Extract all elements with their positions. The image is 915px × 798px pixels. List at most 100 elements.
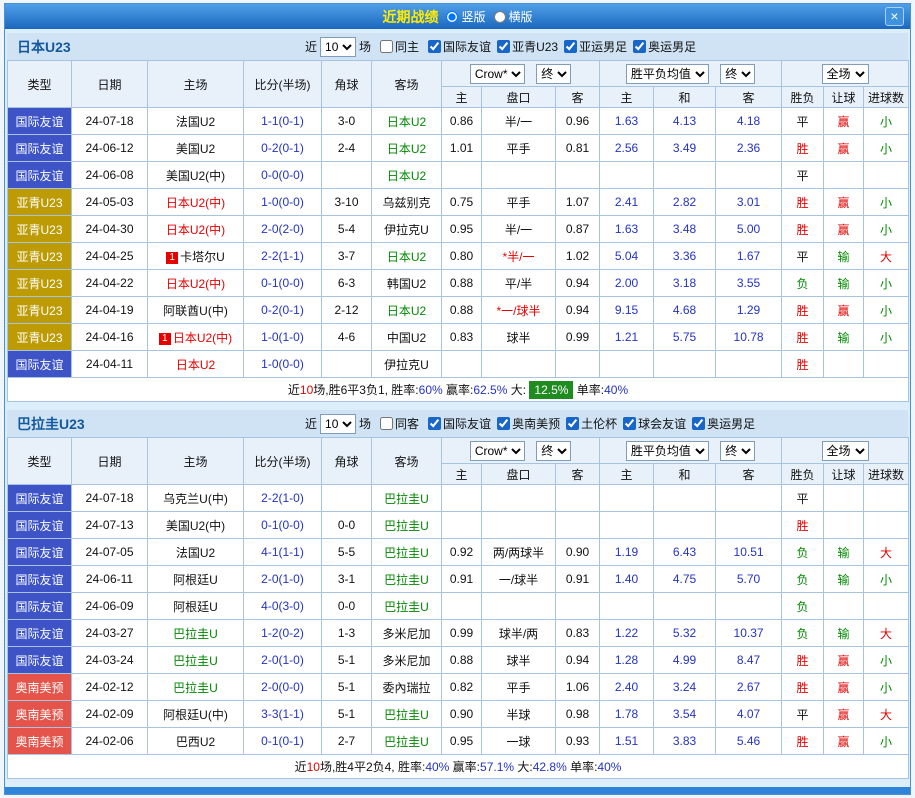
cell-home-team: 美国U2 <box>148 135 244 162</box>
cell-odds-home: 0.95 <box>442 728 482 755</box>
cell-away-team: 日本U2 <box>372 135 442 162</box>
mean-odds-group: 胜平负均值 终 <box>600 438 782 464</box>
layout-vertical-option[interactable]: 竖版 <box>446 8 485 25</box>
cell-odds-home <box>442 351 482 378</box>
league-checkbox[interactable] <box>428 40 441 53</box>
cell-mean-home: 2.56 <box>600 135 654 162</box>
cell-odds-home: 0.90 <box>442 701 482 728</box>
results-table: 类型 日期 主场 比分(半场) 角球 客场 Crow* 终 胜平负均值 终 <box>7 60 909 402</box>
final-mean-select[interactable]: 终 <box>720 441 755 461</box>
cell-mean-draw: 4.99 <box>654 647 716 674</box>
vertical-radio[interactable] <box>446 11 458 23</box>
league-filter-option[interactable]: 球会友谊 <box>623 415 686 432</box>
cell-handicap-result: 赢 <box>824 135 864 162</box>
cell-mean-draw: 5.32 <box>654 620 716 647</box>
horizontal-radio-label: 横版 <box>509 8 533 25</box>
cell-mean-draw: 2.82 <box>654 189 716 216</box>
cell-result: 平 <box>782 162 824 189</box>
recent-count-select[interactable]: 10 <box>320 37 356 57</box>
mean-odds-select[interactable]: 胜平负均值 <box>626 64 709 84</box>
cell-score: 2-0(1-0) <box>244 566 322 593</box>
scope-select[interactable]: 全场 <box>822 64 869 84</box>
dialog-body: 日本U23 近 10 场 同主 国际友谊亚青U23亚运男足奥运男足 <box>5 29 910 779</box>
league-checkbox[interactable] <box>564 40 577 53</box>
league-filter-option[interactable]: 奥运男足 <box>692 415 755 432</box>
away-team-name: 巴拉圭U <box>384 546 429 560</box>
summary-segment: 62.5% <box>473 383 507 397</box>
summary-segment: 近 <box>295 760 307 774</box>
cell-away-team: 巴拉圭U <box>372 593 442 620</box>
away-team-name: 巴拉圭U <box>384 600 429 614</box>
league-checkbox[interactable] <box>566 417 579 430</box>
cell-home-team: 1卡塔尔U <box>148 243 244 270</box>
scope-select[interactable]: 全场 <box>822 441 869 461</box>
away-team-name: 乌兹别克 <box>382 196 430 210</box>
home-team-name: 日本U2(中) <box>166 223 225 237</box>
col-header-corner: 角球 <box>322 61 372 108</box>
cell-home-team: 巴拉圭U <box>148 647 244 674</box>
cell-handicap-result: 赢 <box>824 108 864 135</box>
same-venue-checkbox[interactable] <box>380 40 393 53</box>
league-filter-option[interactable]: 奥南美预 <box>497 415 560 432</box>
bookmaker-select[interactable]: Crow* <box>470 441 525 461</box>
league-checkbox[interactable] <box>633 40 646 53</box>
cell-mean-home: 1.63 <box>600 216 654 243</box>
league-checkbox[interactable] <box>623 417 636 430</box>
league-checkbox[interactable] <box>692 417 705 430</box>
summary-segment: 60% <box>419 383 443 397</box>
league-filter-option[interactable]: 国际友谊 <box>428 415 491 432</box>
home-team-name: 巴拉圭U <box>173 627 218 641</box>
same-venue-option[interactable]: 同客 <box>380 415 419 432</box>
col-header-handicap: 盘口 <box>482 464 556 485</box>
same-venue-option[interactable]: 同主 <box>380 38 419 55</box>
league-checkbox[interactable] <box>428 417 441 430</box>
match-row: 国际友谊24-06-12美国U20-2(0-1)2-4日本U21.01平手0.8… <box>8 135 909 162</box>
layout-horizontal-option[interactable]: 横版 <box>494 8 533 25</box>
cell-goals-result: 小 <box>864 135 909 162</box>
away-team-name: 日本U2 <box>387 142 426 156</box>
cell-odds-home: 0.88 <box>442 297 482 324</box>
horizontal-radio[interactable] <box>494 11 506 23</box>
cell-score: 2-2(1-1) <box>244 243 322 270</box>
league-filter-option[interactable]: 奥运男足 <box>633 38 696 55</box>
cell-handicap: *一/球半 <box>482 297 556 324</box>
final-mean-select[interactable]: 终 <box>720 64 755 84</box>
cell-goals-result: 小 <box>864 728 909 755</box>
near-label: 近 <box>305 415 317 432</box>
league-label: 奥运男足 <box>707 415 755 432</box>
home-team-name: 卡塔尔U <box>180 250 225 264</box>
league-checkbox[interactable] <box>497 40 510 53</box>
same-venue-checkbox[interactable] <box>380 417 393 430</box>
cell-mean-home <box>600 485 654 512</box>
cell-corner <box>322 351 372 378</box>
league-filter-option[interactable]: 国际友谊 <box>428 38 491 55</box>
final-odds-select[interactable]: 终 <box>536 64 571 84</box>
cell-result: 胜 <box>782 674 824 701</box>
mean-odds-select[interactable]: 胜平负均值 <box>626 441 709 461</box>
cell-home-team: 美国U2(中) <box>148 512 244 539</box>
cell-handicap-result: 输 <box>824 620 864 647</box>
league-filters: 国际友谊 亚青U23 亚运男足奥运男足 <box>422 38 696 56</box>
cell-away-team: 日本U2 <box>372 297 442 324</box>
cell-mean-draw: 3.48 <box>654 216 716 243</box>
cell-mean-away: 4.07 <box>716 701 782 728</box>
league-filter-option[interactable]: 亚青U23 <box>497 38 558 55</box>
cell-corner: 5-1 <box>322 701 372 728</box>
league-label: 亚青U23 <box>512 38 558 55</box>
cell-away-team: 多米尼加 <box>372 647 442 674</box>
final-odds-select[interactable]: 终 <box>536 441 571 461</box>
league-filter-option[interactable]: 土伦杯 <box>566 415 617 432</box>
league-checkbox[interactable] <box>497 417 510 430</box>
cell-odds-home: 0.86 <box>442 108 482 135</box>
cell-odds-away <box>556 593 600 620</box>
red-card-badge: 1 <box>159 333 171 345</box>
cell-score: 1-2(0-2) <box>244 620 322 647</box>
match-row: 亚青U2324-04-161日本U2(中)1-0(1-0)4-6中国U20.83… <box>8 324 909 351</box>
cell-handicap-result: 输 <box>824 324 864 351</box>
close-button[interactable]: × <box>885 7 904 26</box>
recent-count-select[interactable]: 10 <box>320 414 356 434</box>
summary-row: 近10场,胜4平2负4, 胜率:40% 赢率:57.1% 大:42.8% 单率:… <box>8 755 909 779</box>
bookmaker-select[interactable]: Crow* <box>470 64 525 84</box>
league-filter-option[interactable]: 亚运男足 <box>564 38 627 55</box>
match-row: 亚青U2324-04-22日本U2(中)0-1(0-0)6-3韩国U20.88平… <box>8 270 909 297</box>
